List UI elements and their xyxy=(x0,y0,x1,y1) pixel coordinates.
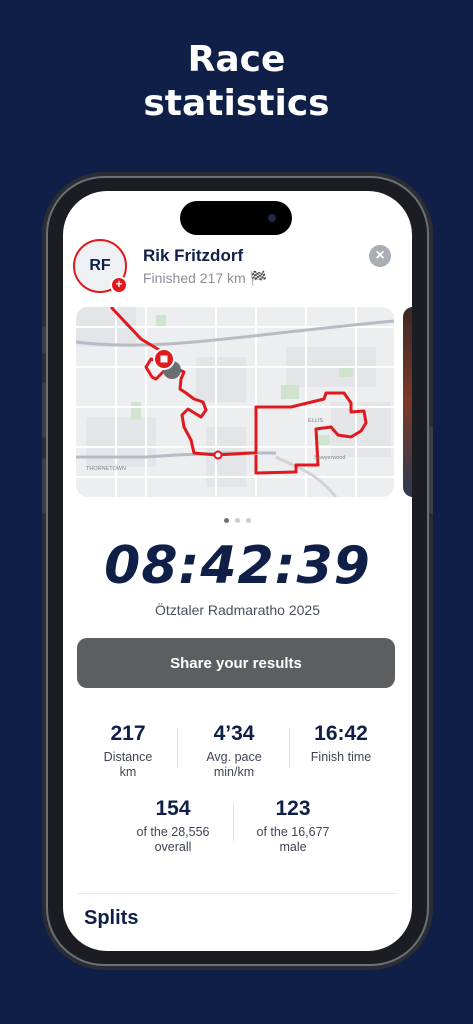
add-icon[interactable]: + xyxy=(110,276,128,294)
stat-gender-label-2: male xyxy=(279,840,307,854)
phone-mute-button xyxy=(42,326,46,354)
phone-volume-down-button xyxy=(42,458,46,514)
divider xyxy=(289,728,290,768)
carousel-page-indicator xyxy=(63,510,412,528)
section-divider xyxy=(77,893,398,894)
route-map[interactable]: ELLIS THORNETOWN Sawyerwood xyxy=(76,307,394,497)
headline-line-1: Race xyxy=(187,39,286,80)
phone-power-button xyxy=(429,426,433,514)
stat-gender-label-1: of the 16,677 xyxy=(256,825,330,839)
page-dot-3[interactable] xyxy=(246,518,251,523)
map-label-ellis: ELLIS xyxy=(308,418,323,424)
divider xyxy=(177,728,178,768)
route-map-graphic: ELLIS THORNETOWN Sawyerwood xyxy=(76,307,394,497)
map-label-sawyerwood: Sawyerwood xyxy=(314,455,346,461)
headline: Race statistics xyxy=(0,38,473,126)
stat-finish-value: 16:42 xyxy=(314,722,368,745)
stat-pace-label: Avg. pace min/km xyxy=(191,750,277,780)
dynamic-island xyxy=(180,201,292,235)
stat-finish-time: 16:42 Finish time xyxy=(297,722,385,765)
stat-gender-value: 123 xyxy=(275,797,311,820)
next-photo-card[interactable] xyxy=(403,307,412,497)
close-icon[interactable]: × xyxy=(369,245,391,267)
divider xyxy=(233,803,234,841)
runner-name: Rik Fritzdorf xyxy=(143,246,244,265)
event-name: Ötztaler Radmaratho 2025 xyxy=(155,602,320,618)
stat-overall-label-1: of the 28,556 xyxy=(136,825,210,839)
stat-distance: 217 Distance km xyxy=(85,722,171,780)
stat-avg-pace: 4’34 Avg. pace min/km xyxy=(191,722,277,780)
finish-time-display: 08:42:39 xyxy=(104,536,371,596)
stat-finish-label: Finish time xyxy=(310,750,372,764)
stat-distance-value: 217 xyxy=(110,722,146,745)
finish-status: Finished 217 km 🏁 xyxy=(143,270,268,286)
splits-heading: Splits xyxy=(84,907,139,929)
avatar-initials: RF xyxy=(89,257,111,274)
share-results-button[interactable]: Share your results xyxy=(77,638,395,688)
stat-gender-rank: 123 of the 16,677 male xyxy=(245,797,341,855)
stat-pace-label-2: min/km xyxy=(213,765,255,779)
phone-volume-up-button xyxy=(42,382,46,438)
stat-overall-label-2: overall xyxy=(154,840,192,854)
map-label-thornetown: THORNETOWN xyxy=(86,466,126,472)
phone-frame: RF + Rik Fritzdorf Finished 217 km 🏁 × E… xyxy=(42,176,433,966)
stat-overall-label: of the 28,556 overall xyxy=(125,825,221,855)
stat-overall-rank: 154 of the 28,556 overall xyxy=(125,797,221,855)
stat-distance-label-1: Distance xyxy=(103,750,153,764)
headline-line-2: statistics xyxy=(143,83,330,124)
stat-distance-label: Distance km xyxy=(85,750,171,780)
page-dot-2[interactable] xyxy=(235,518,240,523)
stat-pace-value: 4’34 xyxy=(213,722,255,745)
page-dot-1[interactable] xyxy=(224,518,229,523)
stat-distance-label-2: km xyxy=(119,765,137,779)
stat-pace-label-1: Avg. pace xyxy=(206,750,262,764)
avatar[interactable]: RF + xyxy=(73,239,128,294)
camera-icon xyxy=(268,214,276,222)
stat-gender-label: of the 16,677 male xyxy=(245,825,341,855)
app-screen: RF + Rik Fritzdorf Finished 217 km 🏁 × E… xyxy=(63,191,412,951)
stat-overall-value: 154 xyxy=(155,797,191,820)
